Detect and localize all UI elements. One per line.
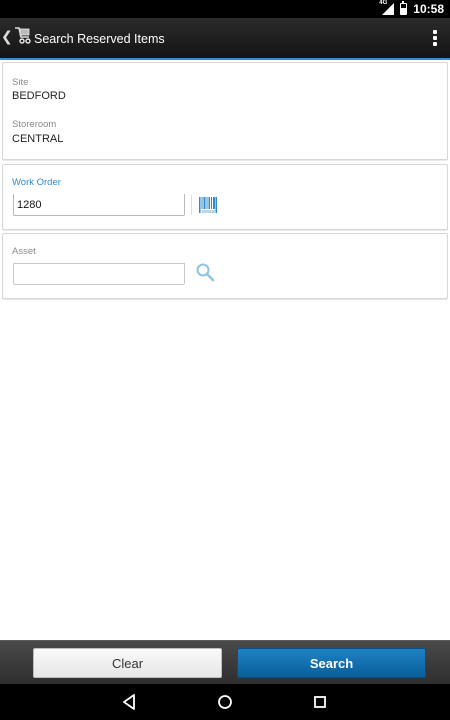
asset-input[interactable] [13,263,185,285]
action-bar: ❮ Search Reserved Items [0,18,450,60]
signal-icon: 4G [379,0,395,15]
work-order-panel: Work Order 1280 [2,164,448,230]
system-nav-bar [0,684,450,720]
app-cart-icon[interactable] [12,25,32,47]
input-divider [191,195,192,215]
site-storeroom-panel: Site BEDFORD Storeroom CENTRAL [2,62,448,160]
nav-back-icon[interactable] [120,692,140,712]
main-content: Site BEDFORD Storeroom CENTRAL Work Orde… [0,60,450,640]
asset-label: Asset [12,246,36,257]
work-order-label: Work Order [12,177,61,188]
button-bar: Clear Search [0,640,450,684]
storeroom-label: Storeroom [12,119,57,130]
search-button[interactable]: Search [237,648,426,678]
network-type: 4G [379,0,388,6]
overflow-menu-icon[interactable] [430,28,440,48]
search-icon[interactable] [195,262,215,282]
site-label: Site [12,77,29,88]
app-screen: 4G 10:58 ❮ Search Reserved Items Site BE… [0,0,450,720]
clear-button[interactable]: Clear [33,648,222,678]
status-indicators: 4G 10:58 [379,0,444,18]
nav-home-icon[interactable] [215,692,235,712]
back-chevron-icon[interactable]: ❮ [1,28,13,45]
work-order-input[interactable]: 1280 [13,194,185,216]
battery-icon [400,1,408,15]
asset-panel: Asset [2,233,448,299]
status-bar: 4G 10:58 [0,0,450,18]
nav-recents-icon[interactable] [310,692,330,712]
site-value: BEDFORD [12,90,66,102]
barcode-icon[interactable] [199,196,217,214]
page-title: Search Reserved Items [34,32,165,46]
storeroom-value: CENTRAL [12,133,64,145]
clock: 10:58 [413,2,444,16]
